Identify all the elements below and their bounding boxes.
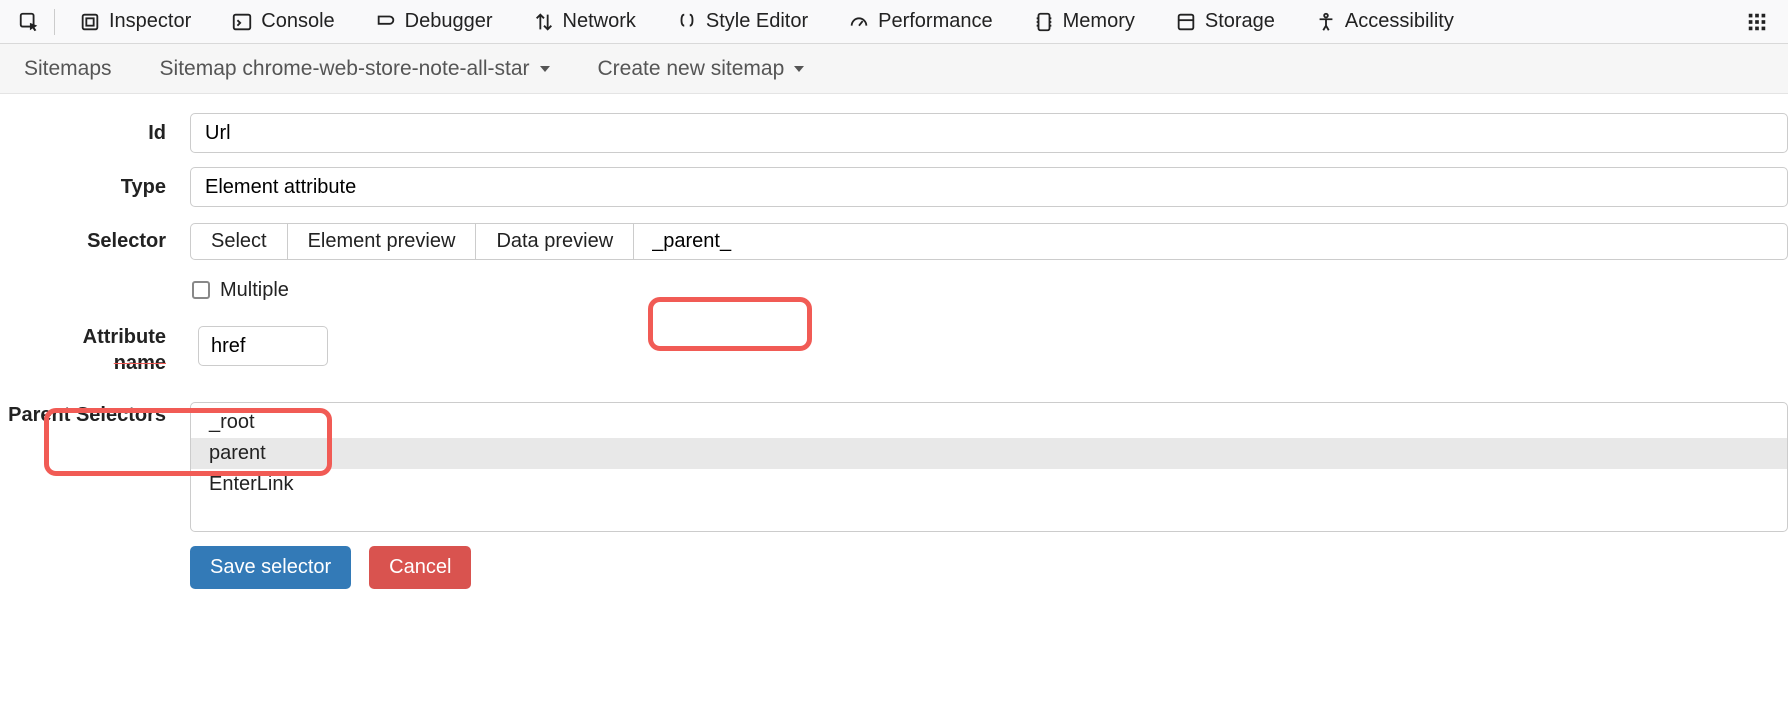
- label-parent-selectors: Parent Selectors: [0, 402, 190, 428]
- devtools-overflow-button[interactable]: [1734, 0, 1780, 43]
- picker-icon: [18, 11, 40, 33]
- tab-performance[interactable]: Performance: [828, 0, 1013, 43]
- select-button[interactable]: Select: [190, 223, 287, 260]
- grid-icon: [1746, 11, 1768, 33]
- row-multiple: Multiple: [0, 268, 1788, 312]
- parent-option-parent[interactable]: parent: [191, 438, 1787, 469]
- tab-label: Inspector: [109, 10, 191, 33]
- tab-label: Console: [261, 10, 334, 33]
- storage-icon: [1175, 11, 1197, 33]
- element-picker-button[interactable]: [8, 0, 50, 43]
- cancel-button[interactable]: Cancel: [369, 546, 471, 589]
- row-parent-selectors: Parent Selectors _root parent EnterLink: [0, 402, 1788, 532]
- console-icon: [231, 11, 253, 33]
- row-id: Id: [0, 106, 1788, 160]
- element-preview-button[interactable]: Element preview: [287, 223, 476, 260]
- tab-memory[interactable]: Memory: [1013, 0, 1155, 43]
- label-type: Type: [0, 176, 190, 199]
- separator: [54, 9, 55, 35]
- tab-label: Memory: [1063, 10, 1135, 33]
- tab-inspector[interactable]: Inspector: [59, 0, 211, 43]
- nav-label: Sitemap chrome-web-store-note-all-star: [160, 57, 530, 81]
- row-type: Type: [0, 160, 1788, 214]
- multiple-checkbox[interactable]: [192, 281, 210, 299]
- chevron-down-icon: [794, 66, 804, 72]
- label-attribute: Attribute: [0, 322, 166, 352]
- nav-current-sitemap[interactable]: Sitemap chrome-web-store-note-all-star: [160, 57, 550, 81]
- parent-selectors-listbox[interactable]: _root parent EnterLink: [190, 402, 1788, 532]
- tab-storage[interactable]: Storage: [1155, 0, 1295, 43]
- nav-sitemaps[interactable]: Sitemaps: [24, 57, 112, 81]
- parent-option-enterlink[interactable]: EnterLink: [191, 469, 1787, 500]
- parent-option-root[interactable]: _root: [191, 407, 1787, 438]
- performance-icon: [848, 11, 870, 33]
- nav-label: Create new sitemap: [598, 57, 785, 81]
- network-icon: [533, 11, 555, 33]
- attribute-name-input[interactable]: [198, 326, 328, 366]
- nav-label: Sitemaps: [24, 57, 112, 81]
- tab-console[interactable]: Console: [211, 0, 354, 43]
- type-select[interactable]: [190, 167, 1788, 207]
- tab-style-editor[interactable]: Style Editor: [656, 0, 828, 43]
- memory-icon: [1033, 11, 1055, 33]
- chevron-down-icon: [540, 66, 550, 72]
- tab-label: Style Editor: [706, 10, 808, 33]
- tab-network[interactable]: Network: [513, 0, 656, 43]
- tab-label: Performance: [878, 10, 993, 33]
- inspector-icon: [79, 11, 101, 33]
- row-selector: Selector Select Element preview Data pre…: [0, 214, 1788, 268]
- id-input[interactable]: [190, 113, 1788, 153]
- data-preview-button[interactable]: Data preview: [475, 223, 633, 260]
- selector-editor-form: Id Type Selector Select Element preview …: [0, 94, 1788, 589]
- extension-nav: Sitemaps Sitemap chrome-web-store-note-a…: [0, 44, 1788, 94]
- nav-create-sitemap[interactable]: Create new sitemap: [598, 57, 805, 81]
- save-selector-button[interactable]: Save selector: [190, 546, 351, 589]
- tab-label: Network: [563, 10, 636, 33]
- tab-label: Accessibility: [1345, 10, 1454, 33]
- multiple-label: Multiple: [220, 279, 289, 302]
- form-actions: Save selector Cancel: [0, 546, 1788, 589]
- label-selector: Selector: [0, 230, 190, 253]
- selector-input[interactable]: [633, 223, 1788, 260]
- tab-accessibility[interactable]: Accessibility: [1295, 0, 1474, 43]
- devtools-tabstrip: Inspector Console Debugger Network Style…: [0, 0, 1788, 44]
- label-id: Id: [0, 122, 190, 145]
- accessibility-icon: [1315, 11, 1337, 33]
- style-editor-icon: [676, 11, 698, 33]
- tab-label: Debugger: [405, 10, 493, 33]
- debugger-icon: [375, 11, 397, 33]
- row-attribute: Attribute name: [0, 312, 1788, 384]
- label-attribute-sub: name: [0, 352, 166, 374]
- tab-debugger[interactable]: Debugger: [355, 0, 513, 43]
- tab-label: Storage: [1205, 10, 1275, 33]
- selector-controls: Select Element preview Data preview: [190, 223, 1788, 260]
